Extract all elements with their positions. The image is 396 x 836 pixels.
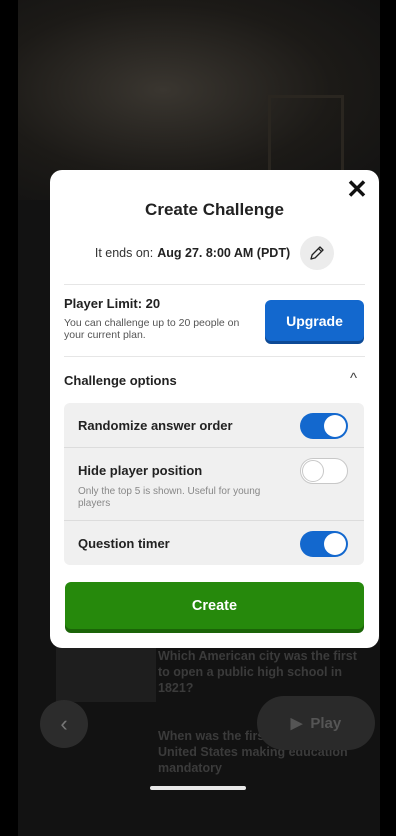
option-question-timer: Question timer [64, 521, 364, 565]
toggle-knob [324, 533, 346, 555]
chevron-left-icon: ‹ [60, 711, 68, 736]
modal-title: Create Challenge [145, 200, 284, 219]
edit-date-button[interactable] [300, 236, 335, 270]
option-hide-player-position: Hide player position Only the top 5 is s… [64, 448, 364, 520]
create-challenge-modal: ✕ Create Challenge It ends on: Aug 27. 8… [50, 170, 379, 648]
challenge-options-title: Challenge options [64, 373, 177, 388]
option-randomize-answer-order: Randomize answer order [64, 403, 364, 447]
option-label: Hide player position [78, 463, 203, 478]
end-date-row: It ends on: Aug 27. 8:00 AM (PDT) [50, 236, 379, 270]
player-limit-description: You can challenge up to 20 people on you… [64, 317, 240, 341]
play-icon: ▶ [290, 715, 303, 732]
chevron-up-icon[interactable]: ^ [350, 370, 357, 387]
play-button[interactable]: ▶ Play [257, 696, 375, 750]
divider [64, 284, 365, 285]
ends-label: It ends on: [94, 246, 154, 260]
close-icon[interactable]: ✕ [344, 176, 370, 202]
background-picture-frame [268, 95, 344, 181]
upgrade-button[interactable]: Upgrade [265, 300, 364, 341]
home-indicator [150, 786, 246, 790]
option-description: Only the top 5 is shown. Useful for youn… [78, 486, 261, 509]
player-limit-title: Player Limit: 20 [64, 296, 161, 311]
create-button[interactable]: Create [65, 582, 364, 629]
back-button[interactable]: ‹ [40, 700, 88, 748]
hide-player-position-toggle[interactable] [300, 458, 348, 484]
ends-date: Aug 27. 8:00 AM (PDT) [157, 246, 291, 260]
option-label: Randomize answer order [78, 418, 233, 433]
option-label: Question timer [78, 536, 170, 551]
background-question-1: Which American city was the first to ope… [158, 649, 357, 695]
question-timer-toggle[interactable] [300, 531, 348, 557]
randomize-answer-order-toggle[interactable] [300, 413, 348, 439]
challenge-options-list: Randomize answer order Hide player posit… [64, 403, 364, 565]
play-label: Play [310, 714, 342, 732]
divider [64, 356, 365, 357]
pencil-icon [310, 246, 324, 260]
toggle-knob [324, 415, 346, 437]
toggle-knob [302, 460, 324, 482]
